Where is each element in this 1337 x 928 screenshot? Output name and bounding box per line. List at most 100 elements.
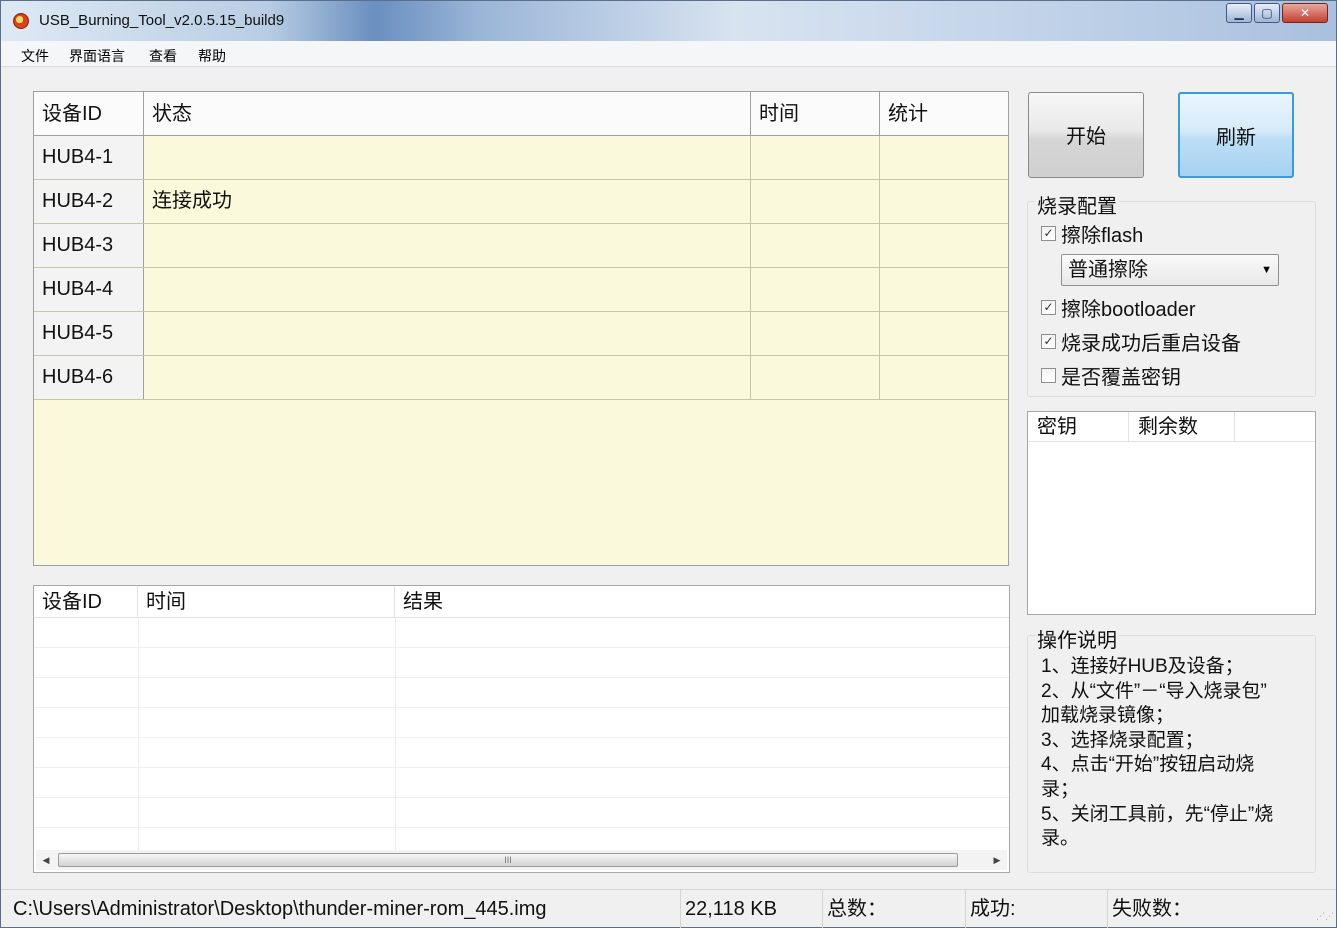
stat-cell bbox=[880, 356, 1008, 399]
column-spacer bbox=[1235, 412, 1315, 442]
time-cell bbox=[751, 312, 880, 355]
erase-mode-value: 普通擦除 bbox=[1068, 259, 1148, 281]
key-list[interactable]: 密钥 剩余数 bbox=[1027, 411, 1316, 615]
column-stat[interactable]: 统计 bbox=[880, 92, 1008, 136]
result-list-header: 设备ID 时间 结果 bbox=[34, 586, 1009, 618]
device-id-cell: HUB4-1 bbox=[34, 136, 144, 179]
device-id-cell: HUB4-3 bbox=[34, 224, 144, 267]
status-cell bbox=[144, 356, 751, 399]
start-button[interactable]: 开始 bbox=[1028, 92, 1144, 178]
instruction-line: 加载烧录镜像； bbox=[1041, 705, 1175, 727]
result-list[interactable]: 设备ID 时间 结果 ◀ III ▶ bbox=[33, 585, 1010, 873]
instruction-line: 录。 bbox=[1041, 828, 1080, 850]
list-item bbox=[34, 738, 1009, 768]
checkbox-unchecked-icon[interactable] bbox=[1041, 367, 1056, 383]
list-item bbox=[34, 708, 1009, 738]
column-device-id[interactable]: 设备ID bbox=[34, 586, 138, 618]
list-item bbox=[34, 768, 1009, 798]
stat-cell bbox=[880, 180, 1008, 223]
scroll-right-icon[interactable]: ▶ bbox=[989, 852, 1005, 868]
menu-bar: 文件 界面语言 查看 帮助 bbox=[1, 41, 1336, 67]
scroll-left-icon[interactable]: ◀ bbox=[38, 852, 54, 868]
stat-cell bbox=[880, 224, 1008, 267]
title-bar[interactable]: USB_Burning_Tool_v2.0.5.15_build9 ▁ ▢ ✕ bbox=[1, 1, 1336, 41]
device-table-header: 设备ID 状态 时间 统计 bbox=[34, 92, 1008, 136]
horizontal-scrollbar[interactable]: ◀ III ▶ bbox=[36, 850, 1007, 870]
overwrite-key-label: 是否覆盖密钥 bbox=[1061, 366, 1181, 389]
status-cell: 连接成功 bbox=[144, 180, 751, 223]
time-cell bbox=[751, 136, 880, 179]
status-success: 成功: bbox=[966, 890, 1108, 928]
table-row[interactable]: HUB4-5 bbox=[34, 312, 1008, 356]
reboot-after-checkbox[interactable]: ✓ 烧录成功后重启设备 bbox=[1041, 329, 1241, 355]
scroll-thumb[interactable]: III bbox=[58, 853, 958, 867]
status-cell bbox=[144, 224, 751, 267]
status-total: 总数： bbox=[823, 890, 966, 928]
time-cell bbox=[751, 180, 880, 223]
list-item bbox=[34, 678, 1009, 708]
status-file-path: C:\Users\Administrator\Desktop\thunder-m… bbox=[9, 890, 681, 928]
erase-flash-checkbox[interactable]: ✓ 擦除flash bbox=[1041, 221, 1144, 247]
overwrite-key-checkbox[interactable]: 是否覆盖密钥 bbox=[1041, 363, 1181, 389]
time-cell bbox=[751, 268, 880, 311]
column-time[interactable]: 时间 bbox=[138, 586, 395, 618]
burn-config-title: 烧录配置 bbox=[1035, 190, 1119, 219]
checkbox-checked-icon[interactable]: ✓ bbox=[1041, 299, 1056, 315]
window-controls: ▁ ▢ ✕ bbox=[1224, 3, 1328, 23]
list-item bbox=[34, 648, 1009, 678]
refresh-button[interactable]: 刷新 bbox=[1178, 92, 1294, 178]
column-key[interactable]: 密钥 bbox=[1028, 412, 1129, 442]
stat-cell bbox=[880, 268, 1008, 311]
erase-mode-select[interactable]: 普通擦除 ▼ bbox=[1061, 254, 1279, 286]
device-id-cell: HUB4-5 bbox=[34, 312, 144, 355]
time-cell bbox=[751, 356, 880, 399]
dropdown-arrow-icon[interactable]: ▼ bbox=[1261, 255, 1272, 285]
table-row[interactable]: HUB4-2 连接成功 bbox=[34, 180, 1008, 224]
menu-help[interactable]: 帮助 bbox=[198, 46, 226, 66]
instruction-line: 1、连接好HUB及设备； bbox=[1041, 656, 1244, 677]
instructions-title: 操作说明 bbox=[1035, 624, 1119, 653]
close-icon[interactable]: ✕ bbox=[1282, 3, 1328, 23]
column-status[interactable]: 状态 bbox=[144, 92, 751, 136]
erase-bootloader-checkbox[interactable]: ✓ 擦除bootloader bbox=[1041, 295, 1196, 321]
device-id-cell: HUB4-4 bbox=[34, 268, 144, 311]
column-device-id[interactable]: 设备ID bbox=[34, 92, 144, 136]
status-cell bbox=[144, 268, 751, 311]
instruction-line: 4、点击“开始”按钮启动烧 bbox=[1041, 754, 1255, 776]
instruction-line: 录； bbox=[1041, 778, 1080, 800]
device-id-cell: HUB4-6 bbox=[34, 356, 144, 399]
menu-language[interactable]: 界面语言 bbox=[69, 46, 125, 66]
minimize-icon[interactable]: ▁ bbox=[1226, 3, 1252, 23]
instruction-line: 2、从“文件”－“导入烧录包” bbox=[1041, 680, 1267, 702]
maximize-icon[interactable]: ▢ bbox=[1254, 3, 1280, 23]
instruction-line: 5、关闭工具前，先“停止”烧 bbox=[1041, 803, 1274, 825]
reboot-after-label: 烧录成功后重启设备 bbox=[1061, 332, 1241, 355]
status-fail: 失败数： bbox=[1112, 898, 1192, 920]
status-cell bbox=[144, 312, 751, 355]
table-row[interactable]: HUB4-6 bbox=[34, 356, 1008, 400]
table-row[interactable]: HUB4-4 bbox=[34, 268, 1008, 312]
app-window: USB_Burning_Tool_v2.0.5.15_build9 ▁ ▢ ✕ … bbox=[0, 0, 1337, 928]
column-remaining[interactable]: 剩余数 bbox=[1129, 412, 1235, 442]
status-file-size: 22,118 KB bbox=[681, 890, 823, 928]
menu-view[interactable]: 查看 bbox=[149, 46, 177, 66]
instructions-text: 1、连接好HUB及设备； 2、从“文件”－“导入烧录包” 加载烧录镜像； 3、选… bbox=[1041, 655, 1309, 852]
resize-grip-icon[interactable]: ⋰⋰ bbox=[1294, 911, 1334, 925]
device-table: 设备ID 状态 时间 统计 HUB4-1 HUB4-2 连接成功 HUB4-3 … bbox=[33, 91, 1009, 566]
table-row[interactable]: HUB4-3 bbox=[34, 224, 1008, 268]
window-title: USB_Burning_Tool_v2.0.5.15_build9 bbox=[39, 12, 285, 29]
erase-bootloader-label: 擦除bootloader bbox=[1061, 298, 1196, 321]
menu-file[interactable]: 文件 bbox=[21, 46, 49, 66]
time-cell bbox=[751, 224, 880, 267]
list-item bbox=[34, 798, 1009, 828]
status-bar: C:\Users\Administrator\Desktop\thunder-m… bbox=[1, 889, 1336, 928]
column-time[interactable]: 时间 bbox=[751, 92, 880, 136]
column-divider bbox=[138, 618, 139, 850]
checkbox-checked-icon[interactable]: ✓ bbox=[1041, 225, 1056, 241]
stat-cell bbox=[880, 312, 1008, 355]
erase-flash-label: 擦除flash bbox=[1061, 224, 1144, 247]
table-row[interactable]: HUB4-1 bbox=[34, 136, 1008, 180]
checkbox-checked-icon[interactable]: ✓ bbox=[1041, 333, 1056, 349]
column-result[interactable]: 结果 bbox=[395, 586, 1009, 618]
stat-cell bbox=[880, 136, 1008, 179]
